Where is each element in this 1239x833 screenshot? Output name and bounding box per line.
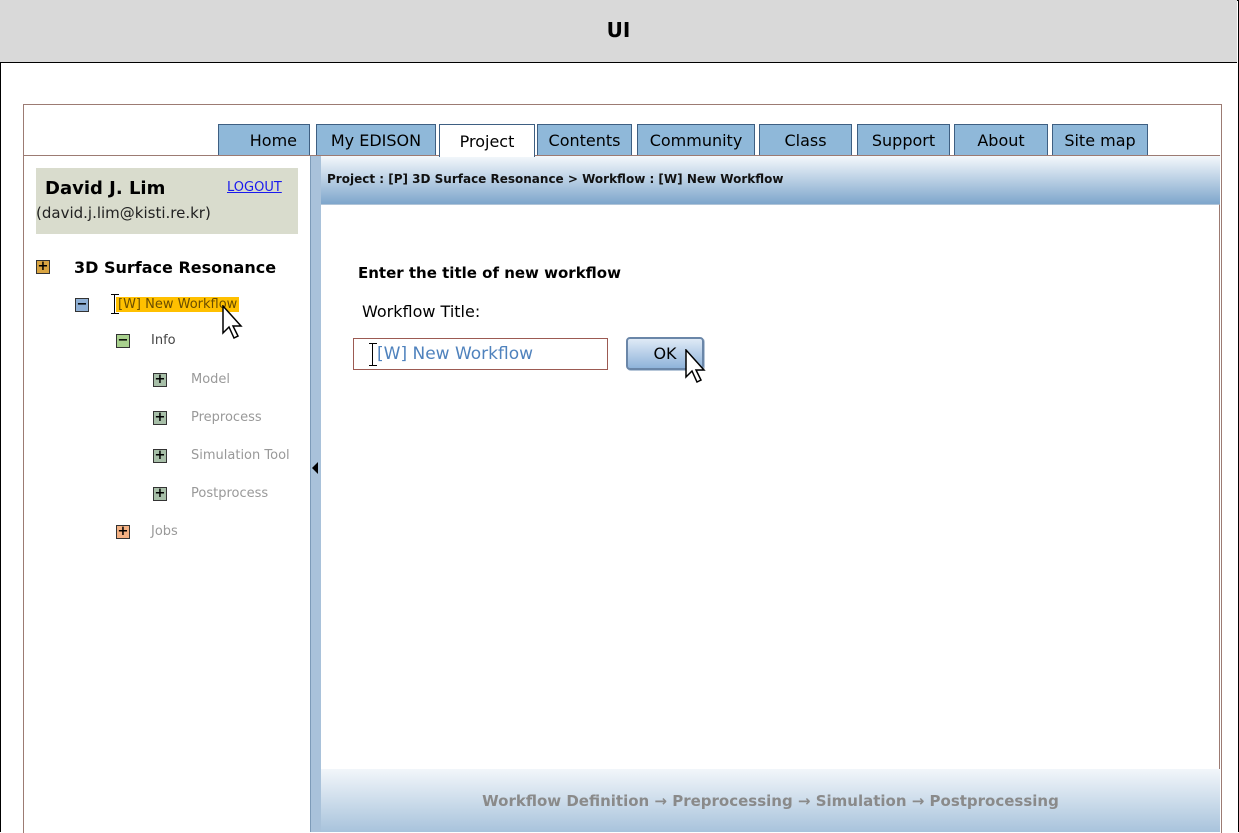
- ui-header: UI: [0, 0, 1237, 63]
- breadcrumb-bar: Project : [P] 3D Surface Resonance > Wor…: [321, 156, 1220, 204]
- workflow-title-label: Workflow Title:: [362, 302, 481, 321]
- plus-toggle-icon[interactable]: +: [153, 411, 167, 425]
- sidebar-splitter[interactable]: [310, 156, 321, 832]
- tab-contents[interactable]: Contents: [537, 124, 632, 156]
- tree-node-info[interactable]: Info: [151, 333, 176, 348]
- tree-node-model[interactable]: Model: [191, 372, 230, 387]
- user-info-box: David J. Lim LOGOUT (david.j.lim@kisti.r…: [36, 168, 298, 234]
- workflow-steps-bar: Workflow Definition → Preprocessing → Si…: [321, 769, 1220, 832]
- tree-node-simulation-tool[interactable]: Simulation Tool: [191, 448, 290, 463]
- collapse-arrow-icon[interactable]: [312, 462, 318, 474]
- tab-about[interactable]: About: [954, 124, 1048, 156]
- tree-node-workflow[interactable]: [W] New Workflow: [116, 297, 240, 312]
- minus-toggle-icon[interactable]: −: [75, 298, 89, 312]
- tab-project[interactable]: Project: [439, 124, 535, 157]
- workflow-steps: Workflow Definition → Preprocessing → Si…: [482, 792, 1059, 810]
- tab-class[interactable]: Class: [759, 124, 852, 156]
- tree-node-postprocess[interactable]: Postprocess: [191, 486, 268, 501]
- workflow-title-input[interactable]: [353, 338, 608, 370]
- user-name: David J. Lim: [45, 178, 166, 199]
- tree-node-project[interactable]: 3D Surface Resonance: [74, 258, 276, 277]
- tab-community[interactable]: Community: [637, 124, 755, 156]
- logout-link[interactable]: LOGOUT: [227, 180, 282, 195]
- tree-node-jobs[interactable]: Jobs: [151, 524, 178, 539]
- plus-toggle-icon[interactable]: +: [153, 449, 167, 463]
- breadcrumb: Project : [P] 3D Surface Resonance > Wor…: [327, 172, 784, 186]
- plus-toggle-icon[interactable]: +: [153, 373, 167, 387]
- tab-site-map[interactable]: Site map: [1052, 124, 1148, 156]
- tab-home[interactable]: Home: [218, 124, 310, 156]
- text-cursor-icon: [369, 343, 377, 366]
- plus-toggle-icon[interactable]: +: [36, 260, 50, 274]
- plus-toggle-icon[interactable]: +: [116, 525, 130, 539]
- tab-my-edison[interactable]: My EDISON: [316, 124, 436, 156]
- plus-toggle-icon[interactable]: +: [153, 487, 167, 501]
- content-area: [321, 204, 1220, 769]
- user-email: (david.j.lim@kisti.re.kr): [36, 204, 211, 222]
- ui-header-title: UI: [606, 18, 631, 42]
- minus-toggle-icon[interactable]: −: [116, 334, 130, 348]
- form-heading: Enter the title of new workflow: [358, 264, 621, 282]
- tree-node-preprocess[interactable]: Preprocess: [191, 410, 262, 425]
- tab-support[interactable]: Support: [857, 124, 950, 156]
